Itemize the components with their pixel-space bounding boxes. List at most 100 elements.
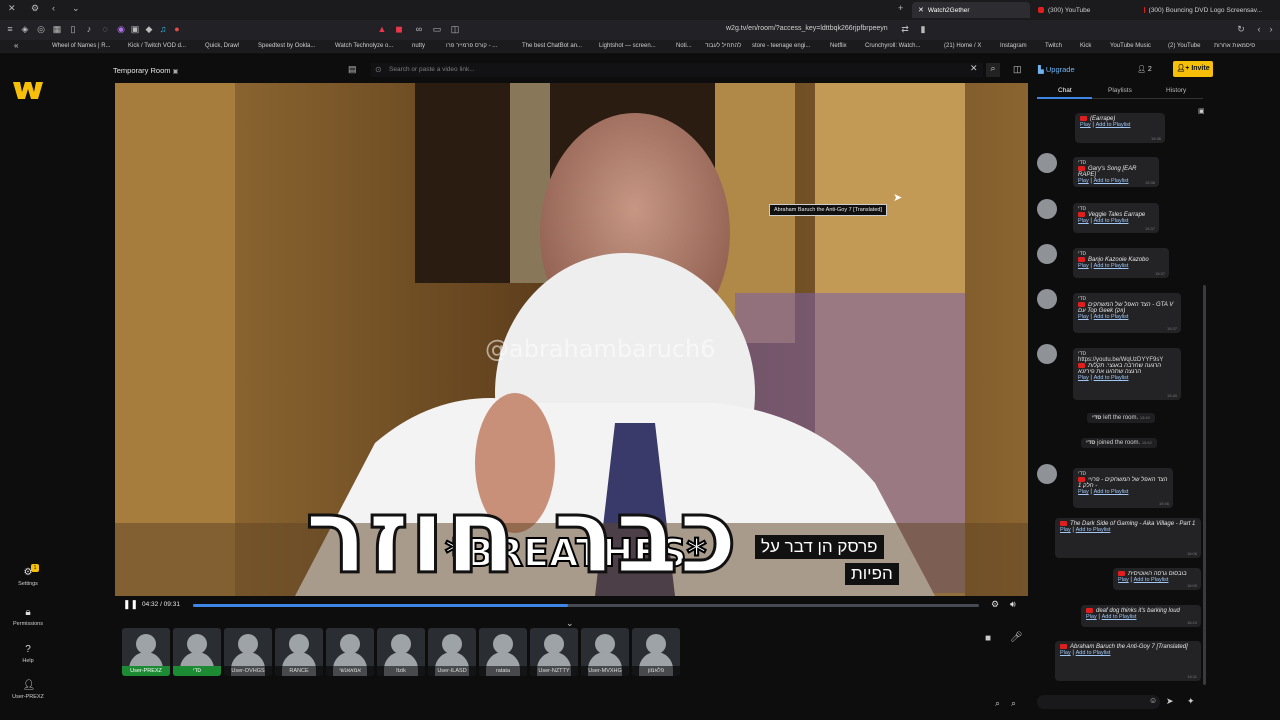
tab-chat[interactable]: Chat: [1058, 87, 1072, 94]
extension-icon[interactable]: ◼: [394, 24, 404, 34]
cast-icon[interactable]: ◫: [450, 24, 460, 34]
avatar[interactable]: [1037, 199, 1057, 219]
bookmark-item[interactable]: להתחיל לעבוד: [705, 43, 741, 49]
close-tab-icon[interactable]: ✕: [918, 6, 924, 14]
play-link[interactable]: Play: [1118, 577, 1129, 583]
bookmark-item[interactable]: store - teenage engi...: [752, 43, 810, 49]
invite-button[interactable]: 👤︎+ Invite: [1173, 61, 1213, 77]
chat-icon[interactable]: ◌: [100, 24, 110, 34]
zoom-in-icon[interactable]: ⌕: [1011, 698, 1016, 709]
chat-input[interactable]: ☺: [1037, 695, 1160, 709]
user-tile[interactable]: ratata: [479, 628, 527, 676]
user-tile[interactable]: User-NZTTY: [530, 628, 578, 676]
layout-toggle-icon[interactable]: ◫: [1013, 64, 1022, 75]
tab-dvd-logo[interactable]: (300) Bouncing DVD Logo Screensav...: [1138, 2, 1268, 18]
user-tile[interactable]: User-ILASD: [428, 628, 476, 676]
play-link[interactable]: Play: [1078, 314, 1089, 320]
reload-icon[interactable]: ↻: [1236, 24, 1246, 34]
play-link[interactable]: Play: [1078, 218, 1089, 224]
bookmark-item[interactable]: Crunchyroll: Watch...: [865, 43, 920, 49]
add-to-playlist-link[interactable]: Add to Playlist: [1094, 263, 1129, 269]
user-tile[interactable]: אמאאנשי: [326, 628, 374, 676]
bookmark-item[interactable]: YouTube Music: [1110, 43, 1151, 49]
bookmark-item[interactable]: סיסמאות אחרות: [1214, 43, 1255, 49]
bookmark-item[interactable]: nutty: [412, 43, 425, 49]
compass-icon[interactable]: ◎: [36, 24, 46, 34]
back-tab-icon[interactable]: ‹: [52, 3, 55, 13]
avatar[interactable]: [1037, 344, 1057, 364]
user-tile[interactable]: סדי: [173, 628, 221, 676]
settings-button[interactable]: ⚙ 1 Settings: [8, 564, 48, 587]
room-title[interactable]: Temporary Room ▣: [113, 66, 178, 75]
add-to-playlist-link[interactable]: Add to Playlist: [1096, 122, 1131, 128]
add-to-playlist-link[interactable]: Add to Playlist: [1094, 178, 1129, 184]
new-tab-icon[interactable]: +: [898, 3, 903, 13]
play-link[interactable]: Play: [1078, 263, 1089, 269]
bookmark-item[interactable]: Instagram: [1000, 43, 1027, 49]
user-count[interactable]: 👤︎ 2: [1137, 65, 1152, 73]
bookmark-item[interactable]: (21) Home / X: [944, 43, 981, 49]
video-player[interactable]: @abrahambaruch6 Abraham Baruch the Anti-…: [115, 83, 1028, 596]
sidebar-icon[interactable]: ▯: [68, 24, 78, 34]
play-link[interactable]: Play: [1060, 650, 1071, 656]
tab-history[interactable]: History: [1166, 87, 1186, 94]
progress-bar[interactable]: [193, 604, 979, 607]
bookmark-item[interactable]: Lightshot — screen...: [599, 43, 656, 49]
chat-scrollbar[interactable]: [1203, 285, 1206, 685]
add-to-playlist-link[interactable]: Add to Playlist: [1076, 650, 1111, 656]
bookmark-item[interactable]: Quick, Draw!: [205, 43, 239, 49]
user-profile-button[interactable]: 👤︎ User-PREXZ: [8, 680, 48, 700]
bookmark-item[interactable]: Kick: [1080, 43, 1091, 49]
grid-icon[interactable]: ▦: [52, 24, 62, 34]
play-link[interactable]: Play: [1078, 489, 1089, 495]
pause-icon[interactable]: ❚❚: [123, 599, 138, 610]
close-window-icon[interactable]: ✕: [8, 3, 16, 14]
play-link[interactable]: Play: [1078, 375, 1089, 381]
bookmark-item[interactable]: Speedtest by Ookla...: [258, 43, 315, 49]
magic-icon[interactable]: ✦: [1187, 696, 1195, 707]
zoom-out-icon[interactable]: ⌕: [995, 698, 1000, 709]
emoji-icon[interactable]: ☺: [1149, 696, 1157, 705]
w2g-logo-icon[interactable]: [13, 80, 43, 100]
volume-icon[interactable]: 🔊︎: [1010, 599, 1016, 610]
bookmark-item[interactable]: Wheel of Names | R...: [52, 43, 111, 49]
bookmark-item[interactable]: (2) YouTube: [1168, 43, 1200, 49]
user-tile[interactable]: User-MVXHG: [581, 628, 629, 676]
bookmark-item[interactable]: Watch Technolyze o...: [335, 43, 393, 49]
play-link[interactable]: Play: [1060, 527, 1071, 533]
user-tile[interactable]: Itzik: [377, 628, 425, 676]
pin-icon[interactable]: ●: [172, 24, 182, 34]
clear-search-icon[interactable]: ✕: [970, 63, 978, 74]
diamond-icon[interactable]: ◆: [144, 24, 154, 34]
user-tile[interactable]: RANCE: [275, 628, 323, 676]
menu-icon[interactable]: ≡: [5, 24, 15, 34]
tab-youtube[interactable]: (300) YouTube: [1032, 2, 1132, 18]
play-link[interactable]: Play: [1086, 614, 1097, 620]
forward-icon[interactable]: ›: [1266, 24, 1276, 34]
help-button[interactable]: ? Help: [8, 644, 48, 664]
address-bar[interactable]: w2g.tv/en/room/?access_key=ldttbqk266rjp…: [726, 25, 888, 32]
edit-icon[interactable]: ▣: [173, 69, 179, 75]
music-icon[interactable]: ♪: [84, 24, 94, 34]
user-tile[interactable]: User-PREXZ: [122, 628, 170, 676]
add-to-playlist-link[interactable]: Add to Playlist: [1102, 614, 1137, 620]
collapse-icon[interactable]: «: [14, 41, 18, 50]
tag-icon[interactable]: ▣: [130, 24, 140, 34]
play-link[interactable]: Play: [1078, 178, 1089, 184]
bookmark-icon[interactable]: ▮: [918, 24, 928, 34]
video-search-input[interactable]: ⊙ Search or paste a video link...: [371, 63, 983, 77]
avatar[interactable]: [1037, 153, 1057, 173]
avatar[interactable]: [1037, 244, 1057, 264]
warning-icon[interactable]: ▲: [377, 24, 387, 34]
browser-menu-icon[interactable]: ⚙: [31, 3, 39, 14]
bookmark-item[interactable]: Noti...: [676, 43, 692, 49]
screen-icon[interactable]: ▭: [432, 24, 442, 34]
upgrade-link[interactable]: ▙ Upgrade: [1038, 65, 1075, 74]
permissions-button[interactable]: 🔒︎ Permissions: [8, 607, 48, 627]
add-to-playlist-link[interactable]: Add to Playlist: [1076, 527, 1111, 533]
bookmark-item[interactable]: The best ChatBot an...: [522, 43, 582, 49]
search-icon[interactable]: ⌕: [986, 63, 1000, 77]
user-tile[interactable]: פלאמון: [632, 628, 680, 676]
bookmark-item[interactable]: קורס פרמייר פרו - ...: [446, 43, 497, 49]
add-to-playlist-link[interactable]: Add to Playlist: [1134, 577, 1169, 583]
